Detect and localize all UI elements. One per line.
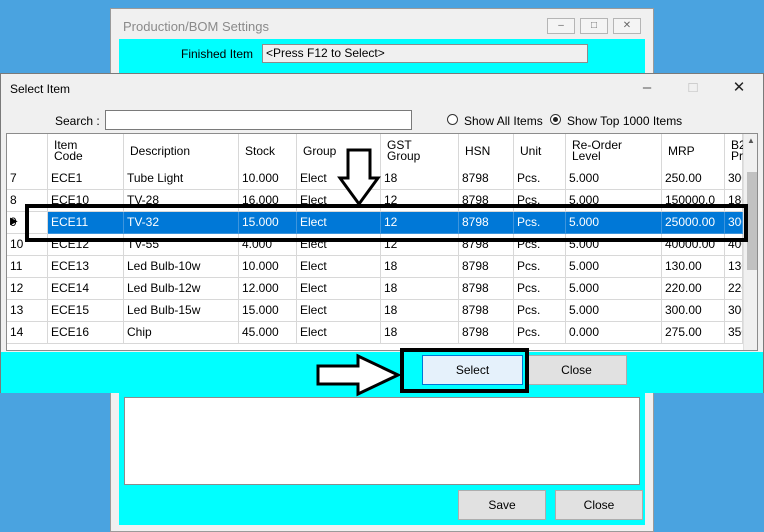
highlight-row-box — [25, 204, 748, 242]
highlight-select-box — [400, 348, 529, 393]
annotation-overlay — [25, 148, 748, 397]
right-arrow-icon — [316, 353, 402, 397]
down-arrow-icon — [337, 148, 381, 207]
